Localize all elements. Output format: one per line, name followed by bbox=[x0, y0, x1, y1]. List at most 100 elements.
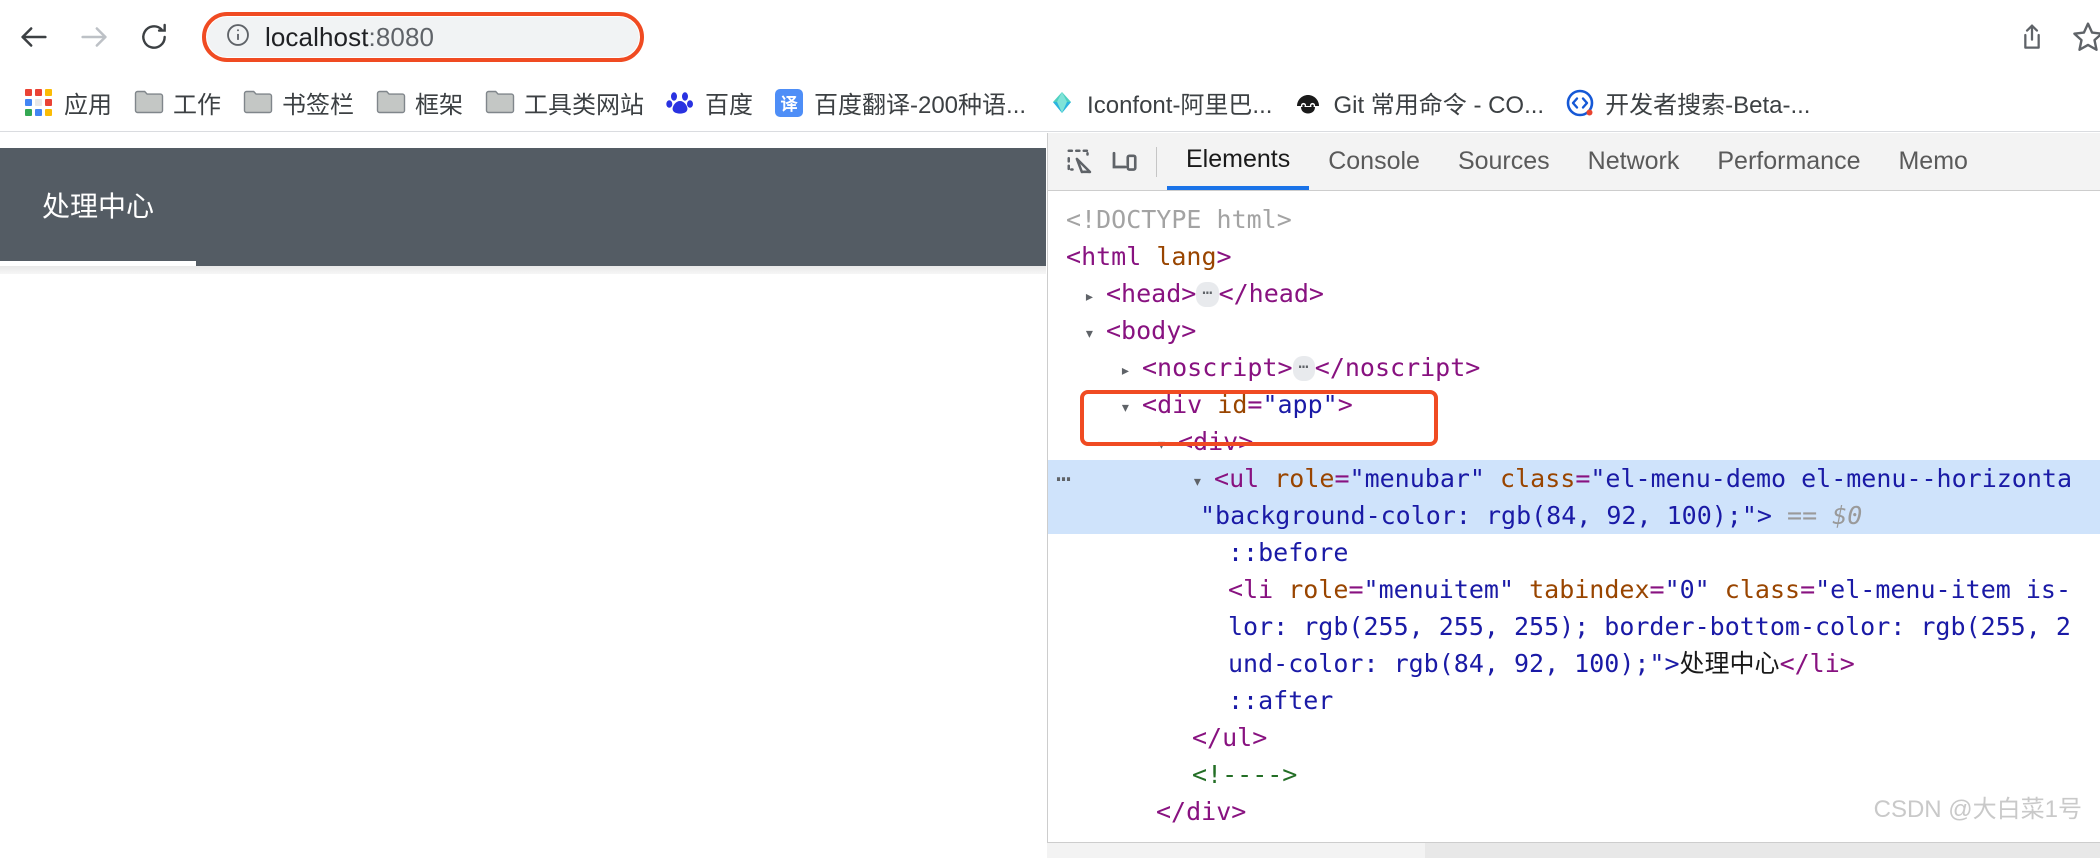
forward-button[interactable] bbox=[68, 11, 120, 63]
html-lang-attr: lang bbox=[1141, 242, 1217, 271]
dom-row-ul-close[interactable]: </ul> bbox=[1048, 719, 2100, 756]
dom-tree[interactable]: <!DOCTYPE html> <html lang> ▸ <head> ⋯ </he… bbox=[1048, 191, 2100, 858]
dom-row-div-app[interactable]: ▾ <div id="app"> bbox=[1048, 386, 2100, 423]
expand-triangle-expanded-icon[interactable]: ▾ bbox=[1084, 315, 1106, 349]
dom-row-head[interactable]: ▸ <head> ⋯ </head> bbox=[1048, 275, 2100, 312]
translate-glyph: 译 bbox=[775, 88, 803, 117]
dom-row-li-style-1[interactable]: lor: rgb(255, 255, 255); border-bottom-c… bbox=[1048, 608, 2100, 645]
li-role-attr: role bbox=[1288, 575, 1349, 604]
expand-triangle-expanded-icon[interactable]: ▾ bbox=[1156, 426, 1178, 460]
page-viewport: 处理中心 bbox=[0, 133, 1046, 858]
page-content-area bbox=[0, 266, 1046, 274]
url-port: :8080 bbox=[368, 21, 435, 52]
share-button[interactable] bbox=[2004, 9, 2060, 65]
tab-console[interactable]: Console bbox=[1309, 133, 1439, 190]
device-toolbar-button[interactable] bbox=[1102, 140, 1146, 184]
bookmark-folder-tools[interactable]: 工具类网站 bbox=[474, 82, 655, 124]
dom-row-li-menuitem[interactable]: <li role="menuitem" tabindex="0" class="… bbox=[1048, 571, 2100, 608]
bookmark-git-commands[interactable]: Git 常用命令 - CO... bbox=[1283, 82, 1555, 124]
dom-row-ul-menubar[interactable]: ⋯ ▾ <ul role="menubar" class="el-menu-demo… bbox=[1048, 460, 2100, 497]
bookmark-folder-framework[interactable]: 框架 bbox=[365, 82, 474, 124]
row-overflow-menu-icon[interactable]: ⋯ bbox=[1056, 460, 1073, 497]
url-text: localhost:8080 bbox=[265, 22, 434, 53]
watermark: CSDN @大白菜1号 bbox=[1873, 796, 2082, 823]
tab-label: Elements bbox=[1186, 145, 1291, 173]
bookmark-star-icon bbox=[2073, 22, 2100, 51]
html-tag-name: html bbox=[1081, 242, 1142, 271]
folder-icon bbox=[243, 89, 273, 117]
share-icon bbox=[2024, 24, 2040, 49]
bookmarks-bar: 应用 工作 书签栏 框架 工具类网站 百度 译 百度翻译-200种语... Ic… bbox=[0, 74, 2100, 132]
li-class-attr: class bbox=[1724, 575, 1801, 604]
tab-network[interactable]: Network bbox=[1569, 133, 1699, 190]
ul-class-attr: class bbox=[1500, 464, 1576, 493]
collapsed-children-badge[interactable]: ⋯ bbox=[1196, 282, 1219, 307]
dom-row-noscript[interactable]: ▸ <noscript> ⋯ </noscript> bbox=[1048, 349, 2100, 386]
bookmark-folder-work[interactable]: 工作 bbox=[123, 82, 232, 124]
tab-label: Memo bbox=[1898, 147, 1968, 175]
li-tag-name: li bbox=[1243, 575, 1274, 604]
dom-row-html[interactable]: <html lang> bbox=[1048, 238, 2100, 275]
bookmark-iconfont[interactable]: Iconfont-阿里巴... bbox=[1037, 82, 1283, 124]
collapsed-children-badge[interactable]: ⋯ bbox=[1292, 356, 1315, 381]
bookmark-label: Iconfont-阿里巴... bbox=[1087, 92, 1273, 119]
bookmark-label: 工作 bbox=[173, 92, 221, 119]
ul-tag-name: ul bbox=[1229, 464, 1260, 493]
ul-role-attr: role bbox=[1274, 464, 1335, 493]
console-ref: $0 bbox=[1832, 501, 1863, 530]
li-text-content: 处理中心 bbox=[1679, 649, 1780, 678]
arrow-right-icon bbox=[81, 27, 107, 47]
bookmark-label: 工具类网站 bbox=[524, 92, 644, 119]
arrow-left-icon bbox=[21, 27, 47, 47]
li-style-line-1: lor: rgb(255, 255, 255); border-bottom-c… bbox=[1228, 612, 2071, 641]
bookmark-baidu[interactable]: 百度 bbox=[655, 82, 764, 124]
dom-row-after-pseudo[interactable]: ::after bbox=[1048, 682, 2100, 719]
bookmark-label: 框架 bbox=[415, 92, 463, 119]
tab-memory[interactable]: Memo bbox=[1879, 133, 1986, 190]
expand-triangle-collapsed-icon[interactable]: ▸ bbox=[1120, 352, 1142, 386]
tab-elements[interactable]: Elements bbox=[1167, 133, 1310, 190]
bookmark-label: 百度 bbox=[705, 92, 753, 119]
tab-performance[interactable]: Performance bbox=[1698, 133, 1879, 190]
menu-item-processing-center[interactable]: 处理中心 bbox=[0, 148, 197, 266]
dom-row-comment[interactable]: <!----> bbox=[1048, 756, 2100, 793]
back-button[interactable] bbox=[8, 11, 60, 63]
address-bar-container[interactable]: localhost:8080 bbox=[202, 12, 644, 62]
bookmark-label: Git 常用命令 - CO... bbox=[1333, 92, 1545, 119]
bookmark-label: 应用 bbox=[64, 92, 112, 119]
dom-row-li-style-2[interactable]: und-color: rgb(84, 92, 100);">处理中心</li> bbox=[1048, 645, 2100, 682]
inspect-element-button[interactable] bbox=[1058, 140, 1102, 184]
device-toolbar-icon bbox=[1112, 151, 1137, 171]
csdn-icon bbox=[1294, 89, 1322, 117]
ul-class-value: "el-menu-demo el-menu--horizonta bbox=[1590, 464, 2073, 493]
bookmark-dev-search[interactable]: 开发者搜索-Beta-... bbox=[1555, 82, 1821, 124]
bookmark-star-button[interactable] bbox=[2060, 9, 2100, 65]
dom-row-before-pseudo[interactable]: ::before bbox=[1048, 534, 2100, 571]
bookmark-label: 书签栏 bbox=[282, 92, 354, 119]
folder-icon bbox=[376, 89, 406, 117]
dom-row-ul-style[interactable]: "background-color: rgb(84, 92, 100);"> =… bbox=[1048, 497, 2100, 534]
head-open-tag: <head> bbox=[1106, 279, 1197, 308]
address-bar[interactable]: localhost:8080 bbox=[207, 17, 639, 57]
toolbar-right-icons bbox=[2004, 9, 2100, 65]
li-close-tag: </li> bbox=[1779, 649, 1855, 678]
expand-triangle-expanded-icon[interactable]: ▾ bbox=[1192, 463, 1214, 497]
tab-label: Sources bbox=[1457, 147, 1550, 175]
tab-sources[interactable]: Sources bbox=[1439, 133, 1569, 190]
expand-triangle-expanded-icon[interactable]: ▾ bbox=[1120, 389, 1142, 423]
reload-button[interactable] bbox=[128, 11, 180, 63]
dom-row-div[interactable]: ▾ <div> bbox=[1048, 423, 2100, 460]
dev-search-icon bbox=[1566, 89, 1594, 117]
bookmark-label: 百度翻译-200种语... bbox=[814, 92, 1027, 119]
info-circle-icon[interactable] bbox=[225, 22, 251, 53]
div-close-tag: </div> bbox=[1156, 797, 1247, 826]
bookmark-baidu-translate[interactable]: 译 百度翻译-200种语... bbox=[764, 82, 1037, 124]
after-pseudo-element: ::after bbox=[1228, 686, 1334, 715]
bookmark-apps[interactable]: 应用 bbox=[14, 82, 123, 124]
dom-row-doctype[interactable]: <!DOCTYPE html> bbox=[1048, 201, 2100, 238]
tab-label: Console bbox=[1328, 147, 1420, 175]
expand-triangle-collapsed-icon[interactable]: ▸ bbox=[1084, 278, 1106, 312]
bookmark-folder-bookmarkbar[interactable]: 书签栏 bbox=[232, 82, 365, 124]
div-app-tag-name: div bbox=[1157, 390, 1203, 419]
dom-row-body[interactable]: ▾ <body> bbox=[1048, 312, 2100, 349]
